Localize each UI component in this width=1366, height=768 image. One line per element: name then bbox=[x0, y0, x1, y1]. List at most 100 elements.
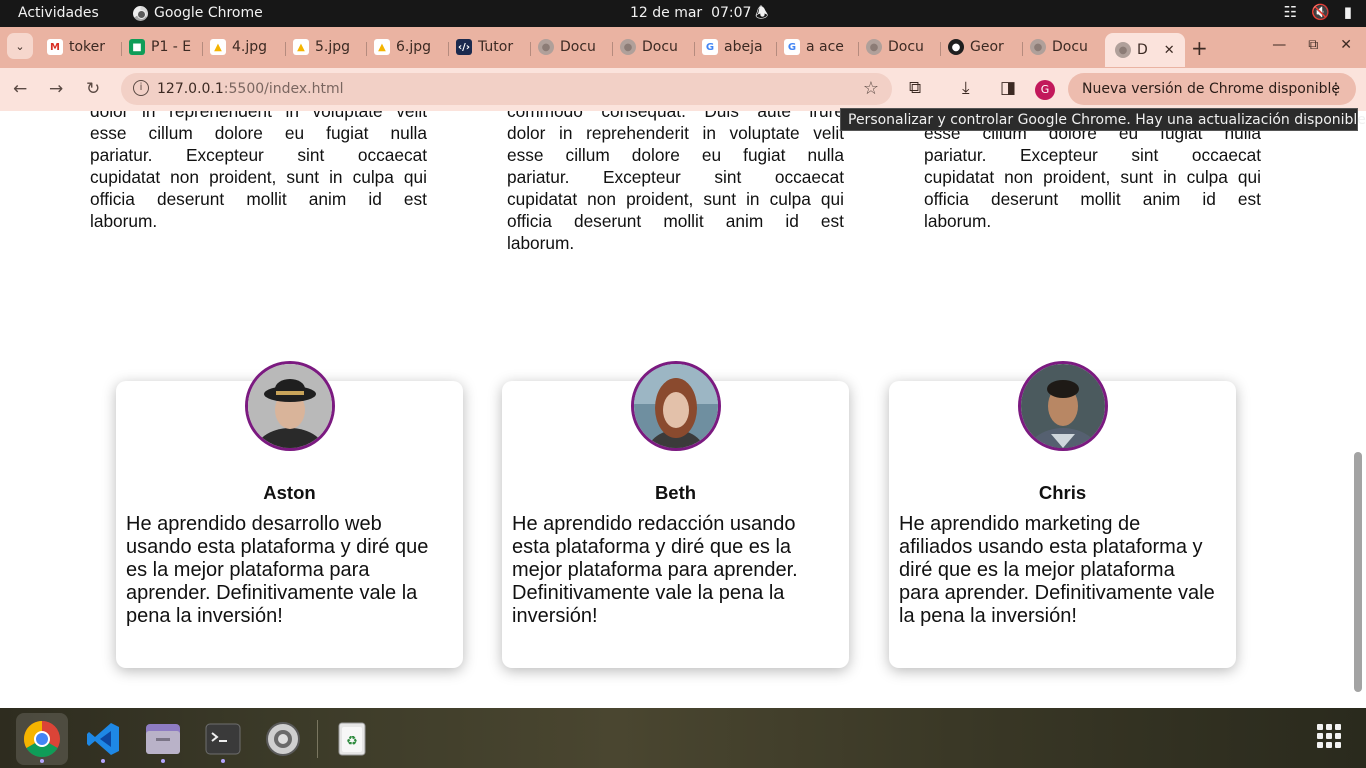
forward-arrow-icon[interactable]: → bbox=[49, 79, 63, 99]
globe-icon: ● bbox=[1030, 39, 1046, 55]
browser-tab[interactable]: Mtoker bbox=[47, 34, 109, 60]
address-bar[interactable]: i 127.0.0.1:5500/index.html ☆ bbox=[121, 73, 892, 105]
running-indicator bbox=[221, 759, 225, 763]
paragraph-line: dolor in reprehenderit in voluptate veli… bbox=[507, 123, 844, 143]
side-panel-icon[interactable]: ◨ bbox=[1000, 78, 1016, 98]
tab-title: Docu bbox=[642, 39, 678, 55]
paragraph-line: cupidatat non proident, sunt in culpa qu… bbox=[90, 167, 427, 187]
avatar bbox=[630, 361, 721, 451]
scrollbar-thumb[interactable] bbox=[1354, 452, 1362, 692]
browser-tab[interactable]: ● Geor bbox=[948, 34, 1010, 60]
battery-icon: ▮ bbox=[1343, 3, 1352, 21]
back-arrow-icon[interactable]: ← bbox=[13, 79, 27, 99]
google-icon: G bbox=[784, 39, 800, 55]
paragraph-line: pariatur. Excepteur sint occaecat bbox=[924, 145, 1261, 165]
dock-item-terminal[interactable] bbox=[197, 713, 249, 765]
github-icon: ● bbox=[948, 39, 964, 55]
tab-separator bbox=[121, 42, 122, 56]
url-host: 127.0.0.1 bbox=[157, 81, 224, 97]
testimonial-card: Chris He aprendido marketing de afiliado… bbox=[889, 361, 1236, 668]
browser-tab[interactable]: Gabeja bbox=[702, 34, 764, 60]
tab-separator bbox=[612, 42, 613, 56]
avatar bbox=[244, 361, 335, 451]
clock[interactable]: 12 de mar 07:07 bbox=[630, 5, 751, 21]
dock: ♻ bbox=[0, 708, 1366, 768]
text-column-3: esse cillum dolore eu fugiat nulla pariat… bbox=[924, 122, 1261, 232]
reload-icon[interactable]: ↻ bbox=[86, 79, 100, 99]
profile-avatar[interactable]: G bbox=[1035, 80, 1055, 100]
google-drive-icon: ▲ bbox=[210, 39, 226, 55]
settings-icon bbox=[266, 722, 300, 756]
globe-icon: ● bbox=[538, 39, 554, 55]
download-icon[interactable]: ⤓ bbox=[962, 78, 970, 98]
tab-title: Tutor bbox=[478, 39, 514, 55]
window-controls: — ⧉ ✕ bbox=[1272, 37, 1352, 53]
tab-separator bbox=[1022, 42, 1023, 56]
browser-tab[interactable]: ▲ 5.jpg bbox=[293, 34, 355, 60]
tab-separator bbox=[285, 42, 286, 56]
tab-title: 5.jpg bbox=[315, 39, 351, 55]
bookmark-star-icon[interactable]: ☆ bbox=[863, 78, 879, 99]
browser-tab[interactable]: ● D ✕ bbox=[1105, 33, 1185, 67]
activities-button[interactable]: Actividades bbox=[18, 5, 99, 21]
close-window-icon[interactable]: ✕ bbox=[1340, 37, 1352, 53]
running-indicator bbox=[161, 759, 165, 763]
testimonial-name: Beth bbox=[654, 482, 697, 503]
google-icon: G bbox=[702, 39, 718, 55]
tab-title: Docu bbox=[560, 39, 596, 55]
tab-separator bbox=[366, 42, 367, 56]
site-info-icon[interactable]: i bbox=[133, 80, 149, 96]
notification-bell-icon[interactable]: 🕭 bbox=[755, 3, 768, 28]
dock-item-settings[interactable] bbox=[257, 713, 309, 765]
restore-icon[interactable]: ⧉ bbox=[1308, 37, 1318, 53]
close-tab-icon[interactable]: ✕ bbox=[1164, 43, 1175, 58]
browser-tab[interactable]: ● Docu bbox=[866, 34, 928, 60]
app-menu[interactable]: Google Chrome bbox=[133, 5, 263, 21]
more-vert-icon: ⋮ bbox=[1328, 79, 1344, 98]
testimonial-card: Aston He aprendido desarrollo web usando… bbox=[116, 361, 463, 668]
minimize-icon[interactable]: — bbox=[1272, 37, 1286, 53]
dock-item-vscode[interactable] bbox=[77, 713, 129, 765]
tab-title: toker bbox=[69, 39, 106, 55]
browser-tab[interactable]: ● Docu bbox=[538, 34, 600, 60]
system-tray[interactable]: ☷ 🔇 ▮ bbox=[1284, 3, 1352, 21]
classroom-icon: ■ bbox=[129, 39, 145, 55]
vscode-icon bbox=[87, 723, 119, 755]
new-tab-button[interactable]: + bbox=[1191, 36, 1208, 60]
paragraph-line: laborum. bbox=[507, 233, 575, 253]
tab-separator bbox=[448, 42, 449, 56]
tab-search-button[interactable]: ⌄ bbox=[7, 33, 33, 59]
google-drive-icon: ▲ bbox=[293, 39, 309, 55]
tab-title: D bbox=[1137, 42, 1148, 58]
text-column-1: dolor in reprehenderit in voluptate veli… bbox=[90, 111, 427, 232]
chrome-icon bbox=[133, 5, 148, 21]
volume-muted-icon: 🔇 bbox=[1311, 3, 1330, 21]
avatar bbox=[1017, 361, 1108, 451]
paragraph-line: officia deserunt mollit anim id est bbox=[924, 189, 1261, 209]
time: 07:07 bbox=[711, 5, 752, 21]
paragraph-line: laborum. bbox=[90, 211, 158, 231]
web-page-viewport[interactable]: dolor in reprehenderit in voluptate veli… bbox=[0, 111, 1352, 708]
globe-icon: ● bbox=[620, 39, 636, 55]
update-label: Nueva versión de Chrome disponible bbox=[1082, 81, 1340, 97]
dock-item-trash[interactable]: ♻ bbox=[326, 713, 378, 765]
terminal-icon bbox=[205, 723, 241, 755]
tab-separator bbox=[858, 42, 859, 56]
browser-tab[interactable]: ‹/› Tutor bbox=[456, 34, 518, 60]
browser-tab[interactable]: Ga ace bbox=[784, 34, 846, 60]
browser-tab[interactable]: ▲ 4.jpg bbox=[210, 34, 272, 60]
dock-item-files[interactable] bbox=[137, 713, 189, 765]
browser-tab[interactable]: ▲ 6.jpg bbox=[374, 34, 436, 60]
browser-tab[interactable]: ● Docu bbox=[1030, 34, 1092, 60]
dock-separator bbox=[317, 720, 318, 758]
browser-tab[interactable]: ■ P1 - E bbox=[129, 34, 191, 60]
chrome-update-button[interactable]: Nueva versión de Chrome disponible ⋮ bbox=[1068, 73, 1356, 105]
browser-tab[interactable]: ● Docu bbox=[620, 34, 682, 60]
extensions-puzzle-icon[interactable]: ⧉ bbox=[909, 78, 921, 98]
testimonial-card: Beth He aprendido redacción usando esta … bbox=[502, 361, 849, 668]
show-apps-grid-icon[interactable] bbox=[1317, 724, 1341, 748]
paragraph-line: officia deserunt mollit anim id est bbox=[507, 211, 844, 231]
dock-item-chrome[interactable] bbox=[16, 713, 68, 765]
date: 12 de mar bbox=[630, 5, 703, 21]
paragraph-line: dolor in reprehenderit in voluptate veli… bbox=[90, 111, 427, 121]
